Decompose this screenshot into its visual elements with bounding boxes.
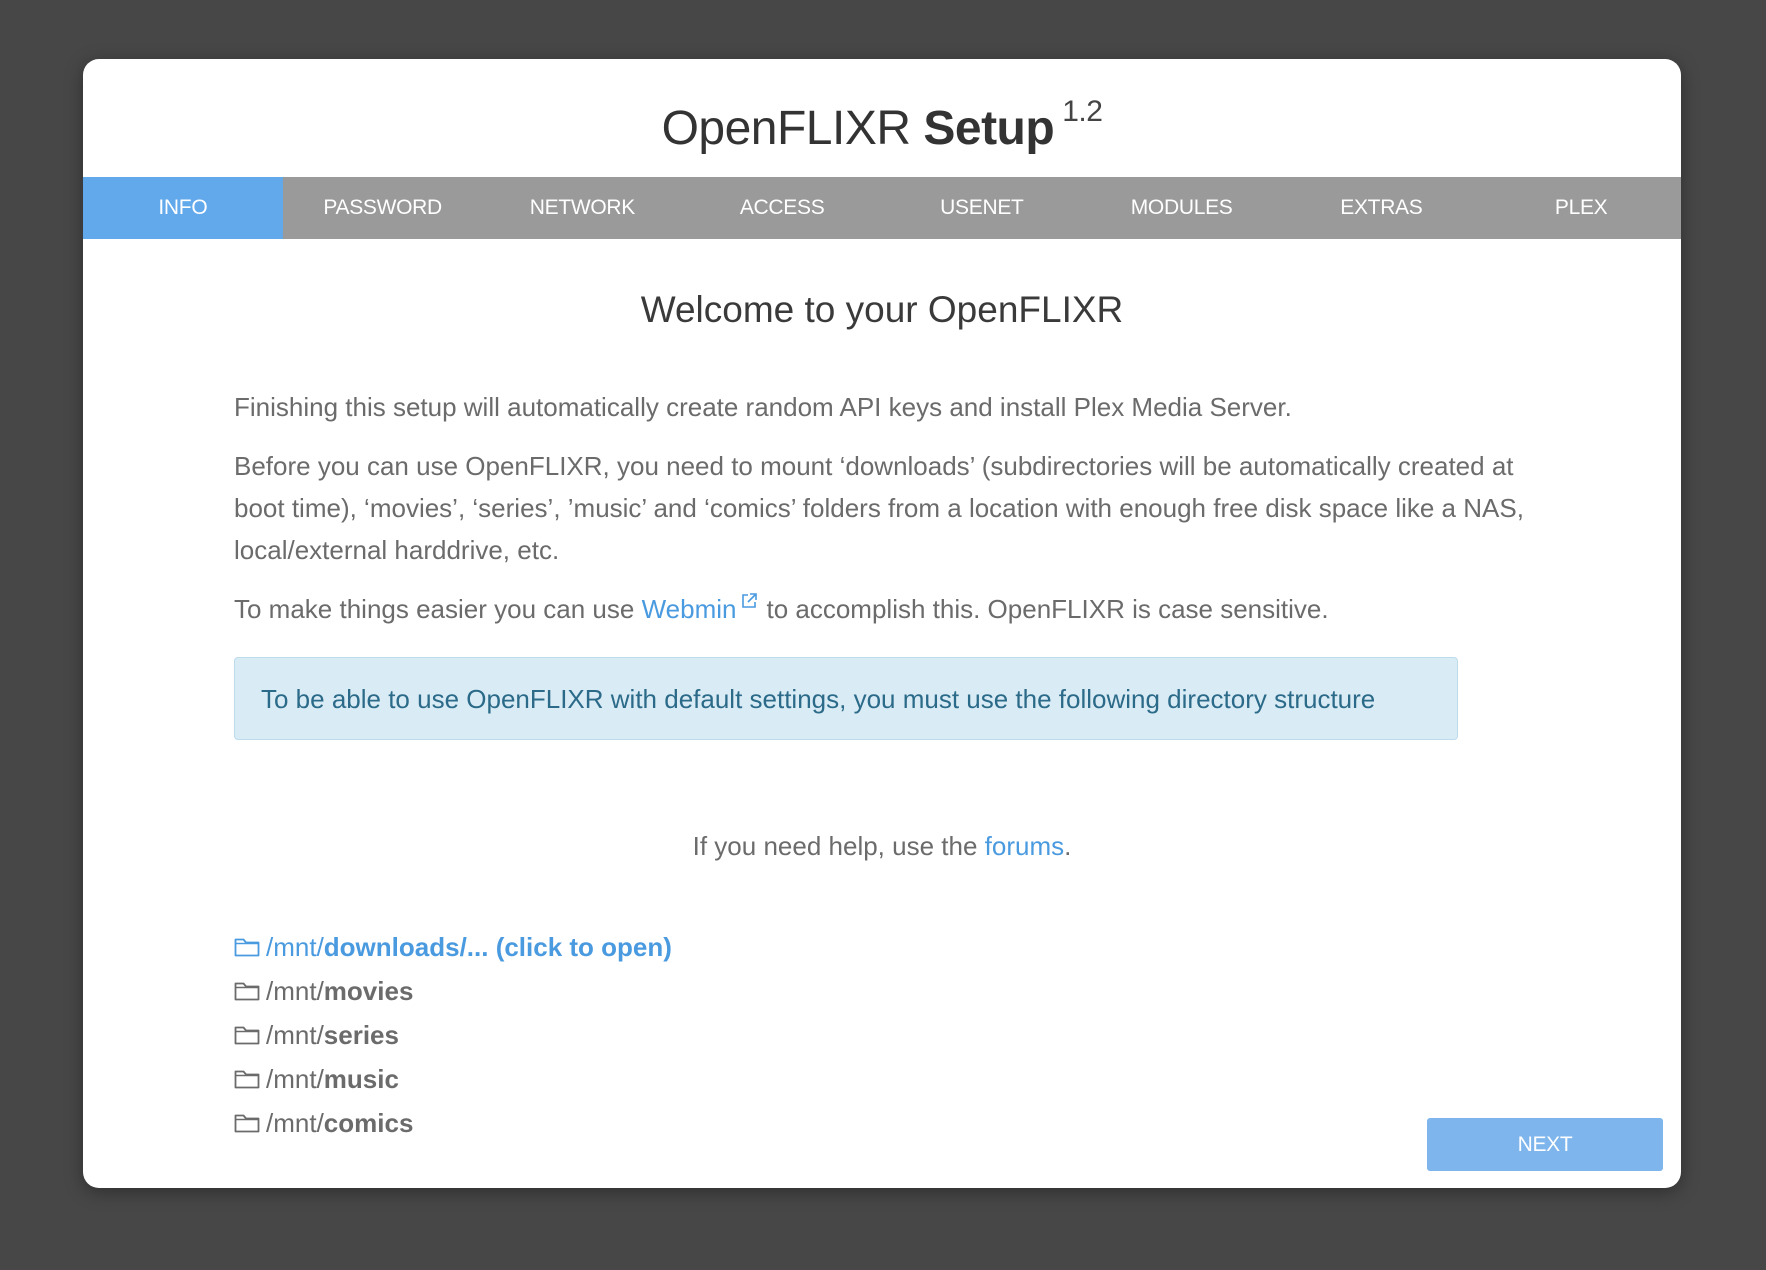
directory-prefix: /mnt/ [266,976,324,1006]
folder-icon [234,938,260,957]
directory-movies: /mnt/movies [234,969,672,1013]
external-link-icon [742,593,758,608]
directory-music: /mnt/music [234,1057,672,1101]
help-text-before: If you need help, use the [692,831,978,861]
directory-prefix: /mnt/ [266,1020,324,1050]
folder-icon [234,982,260,1001]
help-line: If you need help, use the forums. [83,831,1681,862]
directory-list: /mnt/downloads/... (click to open) /mnt/… [234,925,672,1145]
welcome-heading: Welcome to your OpenFLIXR [640,289,1124,330]
webmin-link[interactable]: Webmin [642,594,737,624]
tab-access[interactable]: ACCESS [682,177,882,239]
directory-name: series [323,1020,399,1050]
forums-link[interactable]: forums [985,831,1064,861]
mount-instructions: Before you can use OpenFLIXR, you need t… [234,451,1524,565]
tab-info[interactable]: INFO [83,177,283,239]
app-title-light: OpenFLIXR [661,102,911,155]
directory-structure-alert: To be able to use OpenFLIXR with default… [234,657,1458,740]
directory-name: comics [323,1108,414,1138]
webmin-paragraph: To make things easier you can use Webmin… [234,588,1534,630]
directory-prefix: /mnt/ [266,1108,324,1138]
next-button[interactable]: NEXT [1427,1118,1663,1171]
folder-icon [234,1070,260,1089]
tab-bar: INFO PASSWORD NETWORK ACCESS USENET MODU… [83,177,1681,239]
directory-name: downloads/... (click to open) [323,932,672,962]
webmin-text-before: To make things easier you can use [234,594,635,624]
tab-network[interactable]: NETWORK [483,177,683,239]
tab-extras[interactable]: EXTRAS [1282,177,1482,239]
setup-window: OpenFLIXR Setup 1.2 INFO PASSWORD NETWORK… [83,59,1681,1188]
directory-name: movies [323,976,414,1006]
tab-plex[interactable]: PLEX [1481,177,1681,239]
folder-icon [234,1026,260,1045]
help-text-after: . [1064,831,1072,861]
folder-icon [234,1114,260,1133]
directory-prefix: /mnt/ [266,1064,324,1094]
version-label: 1.2 [1062,95,1103,128]
app-title: OpenFLIXR Setup 1.2 [83,95,1681,156]
webmin-text-after: to accomplish this. OpenFLIXR is case se… [766,594,1329,624]
directory-name: music [323,1064,399,1094]
directory-downloads[interactable]: /mnt/downloads/... (click to open) [234,925,672,969]
tab-usenet[interactable]: USENET [882,177,1082,239]
setup-description: Finishing this setup will automatically … [234,392,1292,422]
app-title-bold: Setup [923,102,1055,155]
tab-modules[interactable]: MODULES [1082,177,1282,239]
directory-comics: /mnt/comics [234,1101,672,1145]
info-text: Finishing this setup will automatically … [234,386,1534,647]
tab-password[interactable]: PASSWORD [283,177,483,239]
directory-prefix: /mnt/ [266,932,324,962]
directory-series: /mnt/series [234,1013,672,1057]
